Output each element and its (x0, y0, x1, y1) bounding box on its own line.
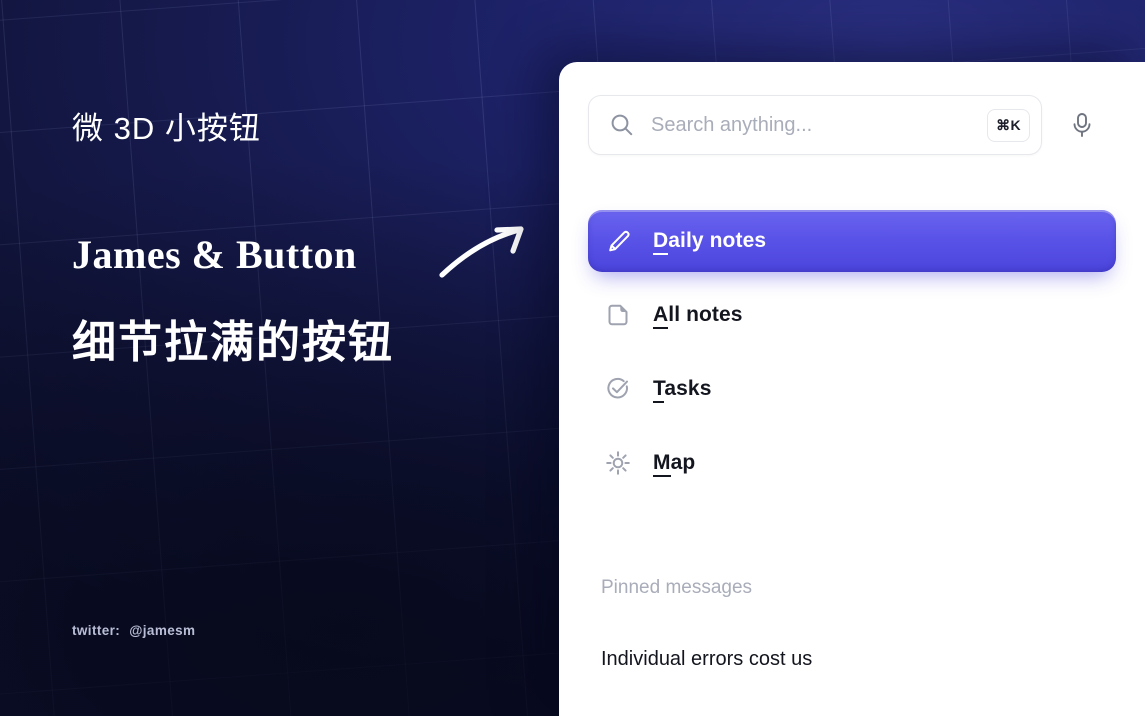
nav-label-first-letter: T (653, 377, 665, 403)
credit-line: twitter: @jamesm (72, 623, 195, 638)
microphone-icon (1073, 113, 1091, 137)
nav-item-daily-notes[interactable]: Daily notes (588, 210, 1116, 272)
nav-label-first-letter: D (653, 229, 669, 255)
nav-item-tasks[interactable]: Tasks (588, 358, 1116, 420)
pinned-messages-heading: Pinned messages (601, 577, 753, 598)
sun-icon (604, 449, 632, 477)
promo-headline-en: James & Button (72, 232, 357, 277)
pinned-messages-section: Pinned messages Individual errors cost u… (559, 577, 1145, 671)
search-row: ⌘K (588, 95, 1124, 155)
nav-list: Daily notes All notes Tasks Map (559, 210, 1145, 494)
nav-item-label: Daily notes (653, 229, 767, 255)
search-input[interactable] (651, 113, 987, 137)
credit-label: twitter: (72, 623, 121, 638)
nav-item-label: Map (653, 451, 696, 477)
nav-item-map[interactable]: Map (588, 432, 1116, 494)
search-icon (611, 114, 633, 136)
nav-item-label: All notes (653, 303, 743, 329)
nav-label-rest: aily notes (668, 229, 767, 252)
pinned-messages-list: Individual errors cost us (559, 648, 1145, 671)
promo-kicker: 微 3D 小按钮 (72, 111, 261, 146)
nav-label-rest: ll notes (668, 303, 743, 326)
nav-item-label: Tasks (653, 377, 712, 403)
pinned-message-item[interactable]: Individual errors cost us (588, 648, 1116, 671)
nav-label-first-letter: A (653, 303, 669, 329)
curved-arrow-icon (439, 226, 524, 278)
pencil-icon (604, 227, 632, 255)
keyboard-shortcut-badge[interactable]: ⌘K (987, 108, 1030, 142)
promo-copy-block: 微 3D 小按钮 James & Button 细节拉满的按钮 twitter:… (0, 0, 560, 716)
promo-headline-cn: 细节拉满的按钮 (72, 318, 394, 367)
document-icon (604, 301, 632, 329)
credit-handle: @jamesm (129, 623, 196, 638)
microphone-button[interactable] (1060, 103, 1104, 147)
app-panel: ⌘K Daily notes (559, 62, 1145, 716)
check-circle-icon (604, 375, 632, 403)
nav-label-rest: ap (670, 451, 696, 474)
nav-label-first-letter: M (653, 451, 671, 477)
search-box[interactable]: ⌘K (588, 95, 1042, 155)
nav-label-rest: asks (664, 377, 712, 400)
nav-item-all-notes[interactable]: All notes (588, 284, 1116, 346)
